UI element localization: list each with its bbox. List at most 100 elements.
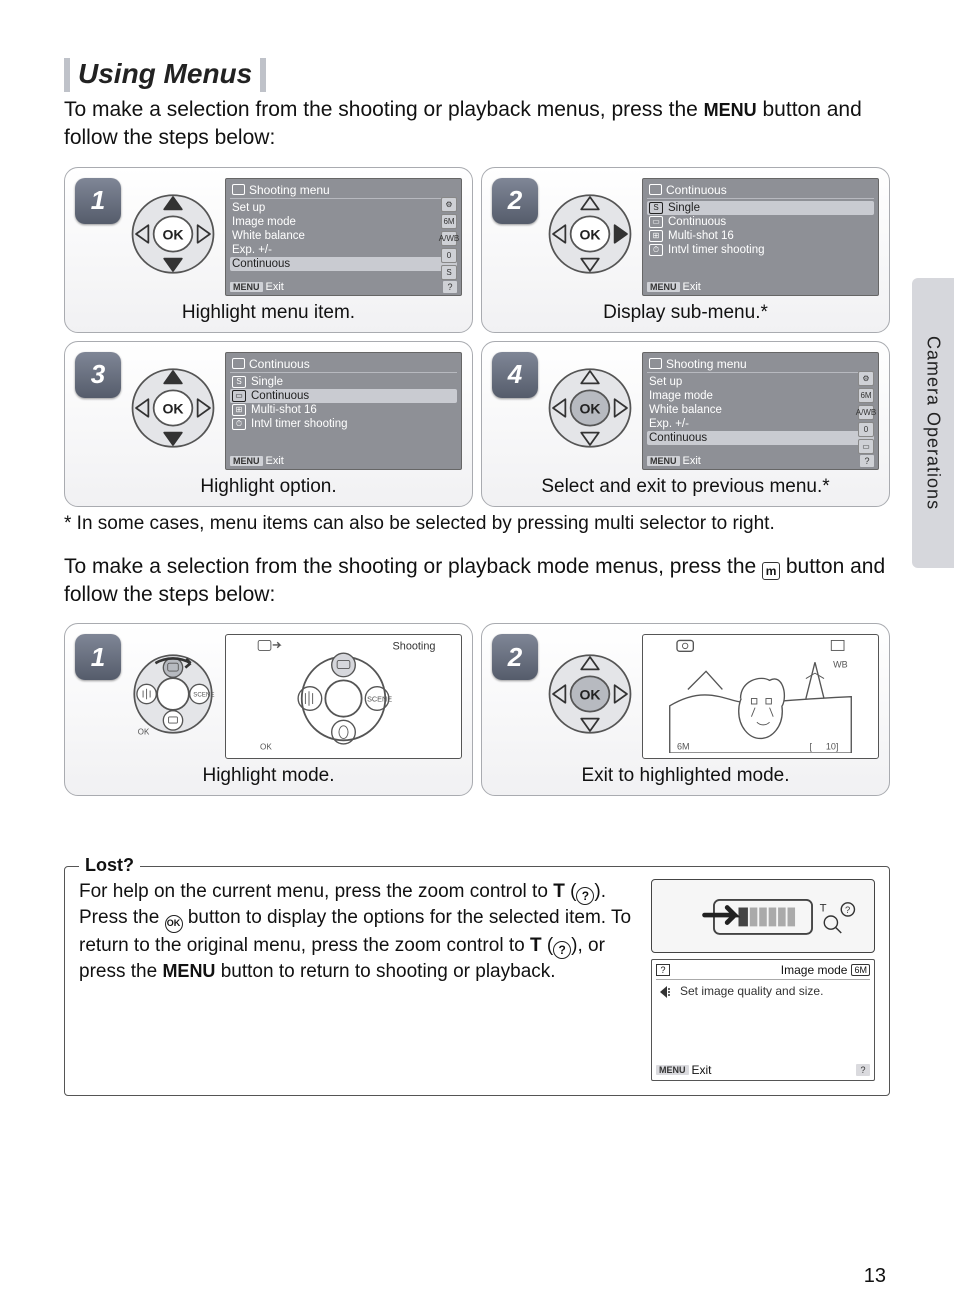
row-label: White balance <box>649 404 722 416</box>
step-card: 2 OK Continuous S Single ▭ Continuous ⊞ … <box>481 167 890 333</box>
lost-help-screen: ? Image mode 6M Set image quality and si… <box>651 959 875 1081</box>
menu-row: Set up <box>647 375 874 389</box>
text: To make a selection from the shooting or… <box>64 98 704 121</box>
row-icon: ▭ <box>232 390 246 402</box>
steps-grid-1: 1 OK Shooting menu Set up Image mode Whi… <box>64 167 890 507</box>
intro-paragraph-1: To make a selection from the shooting or… <box>64 96 890 153</box>
camera-screen: Continuous S Single ▭ Continuous ⊞ Multi… <box>225 352 462 470</box>
row-label: Multi-shot 16 <box>668 230 734 242</box>
svg-text:WB: WB <box>833 660 848 670</box>
row-label: Multi-shot 16 <box>251 404 317 416</box>
multi-selector-icon: OK <box>546 650 634 743</box>
value-badge: 6M <box>858 388 874 403</box>
row-label: Single <box>251 376 283 388</box>
help-icon: ? <box>576 887 594 905</box>
row-icon: S <box>232 376 246 388</box>
step-caption: Exit to highlighted mode. <box>492 765 879 787</box>
screen-title: Continuous <box>666 183 727 197</box>
lost-figure: T ? ? Image mode 6M <box>651 879 875 1081</box>
menu-button-label: MENU <box>704 100 757 120</box>
row-label: Exp. +/- <box>649 418 689 430</box>
step-card: 3 OK Continuous S Single ▭ Continuous ⊞ … <box>64 341 473 507</box>
value-badge: 0 <box>858 422 874 437</box>
menu-button-label: MENU <box>162 961 215 981</box>
help-icon: ? <box>553 941 571 959</box>
intro-paragraph-2: To make a selection from the shooting or… <box>64 553 890 610</box>
svg-text:OK: OK <box>260 743 272 752</box>
camera-illustration: T ? <box>651 879 875 953</box>
menu-row: S Single <box>647 201 874 215</box>
svg-text:SCENE: SCENE <box>367 695 392 704</box>
help-badge: ? <box>856 1064 870 1076</box>
row-label: Single <box>668 202 700 214</box>
row-label: Image mode <box>649 390 713 402</box>
row-icon: ▭ <box>649 216 663 228</box>
menu-row: ⏱ Intvl timer shooting <box>230 417 457 431</box>
exit-label: Exit <box>266 281 284 293</box>
menu-row: White balance <box>647 403 874 417</box>
exit-label: Exit <box>683 281 701 293</box>
mode-screen: Shooting SCENE OK <box>225 634 462 759</box>
menu-row: Image mode <box>230 215 457 229</box>
lost-title: Lost? <box>79 855 140 876</box>
step-number: 2 <box>492 178 538 224</box>
screen-title: Shooting menu <box>249 183 330 197</box>
menu-tag: MENU <box>230 282 263 292</box>
help-badge: ? <box>860 455 874 467</box>
exit-label: Exit <box>692 1063 712 1077</box>
lost-help-box: Lost? For help on the current menu, pres… <box>64 866 890 1096</box>
shooting-preview-screen: WB 6M [ 10] <box>642 634 879 759</box>
camera-screen: Continuous S Single ▭ Continuous ⊞ Multi… <box>642 178 879 296</box>
menu-row: Image mode <box>647 389 874 403</box>
step-number: 1 <box>75 634 121 680</box>
row-icon: ⏱ <box>232 418 246 430</box>
svg-text:10]: 10] <box>826 742 839 752</box>
menu-row: Continuous <box>230 257 457 271</box>
step-number: 1 <box>75 178 121 224</box>
title-icon <box>649 358 662 369</box>
value-badge: ▭ <box>858 439 874 454</box>
step-card: 2 OK WB 6M [ 10 <box>481 623 890 796</box>
multi-selector-icon: OK <box>129 190 217 283</box>
svg-text:SCENE: SCENE <box>193 692 214 699</box>
value-badge: S <box>441 265 457 280</box>
row-label: Intvl timer shooting <box>251 418 348 430</box>
steps-grid-2: 1 SCENE OK Shooting <box>64 623 890 796</box>
row-label: White balance <box>232 230 305 242</box>
title-icon <box>232 358 245 369</box>
row-label: Continuous <box>232 258 290 270</box>
step-card: 1 OK Shooting menu Set up Image mode Whi… <box>64 167 473 333</box>
step-number: 4 <box>492 352 538 398</box>
exit-label: Exit <box>683 455 701 467</box>
menu-row: ⊞ Multi-shot 16 <box>647 229 874 243</box>
row-icon: ⏱ <box>649 244 663 256</box>
text: To make a selection from the shooting or… <box>64 555 762 578</box>
svg-text:[: [ <box>810 742 813 752</box>
menu-tag: MENU <box>656 1065 689 1075</box>
multi-selector-icon: OK <box>546 364 634 457</box>
svg-text:6M: 6M <box>677 742 690 752</box>
page-number: 13 <box>864 1265 886 1288</box>
menu-tag: MENU <box>230 456 263 466</box>
row-label: Exp. +/- <box>232 244 272 256</box>
left-arrow-icon <box>656 984 674 1063</box>
lost-screen-title: Image mode <box>781 963 848 977</box>
svg-text:Shooting: Shooting <box>393 641 436 653</box>
footnote: * In some cases, menu items can also be … <box>64 513 890 535</box>
value-badge: ⚙ <box>441 197 457 212</box>
screen-title: Shooting menu <box>666 357 747 371</box>
svg-text:OK: OK <box>579 226 601 242</box>
mode-button-icon: m <box>762 562 780 580</box>
step-caption: Highlight menu item. <box>75 302 462 324</box>
menu-row: ⊞ Multi-shot 16 <box>230 403 457 417</box>
multi-selector-icon: OK <box>546 190 634 283</box>
step-number: 3 <box>75 352 121 398</box>
lost-text: For help on the current menu, press the … <box>79 879 637 984</box>
row-label: Set up <box>649 376 682 388</box>
section-heading: Using Menus <box>64 58 266 92</box>
step-caption: Select and exit to previous menu.* <box>492 476 879 498</box>
menu-row: S Single <box>230 375 457 389</box>
row-icon: S <box>649 202 663 214</box>
value-badge: 6M <box>441 214 457 229</box>
svg-text:OK: OK <box>579 687 601 703</box>
